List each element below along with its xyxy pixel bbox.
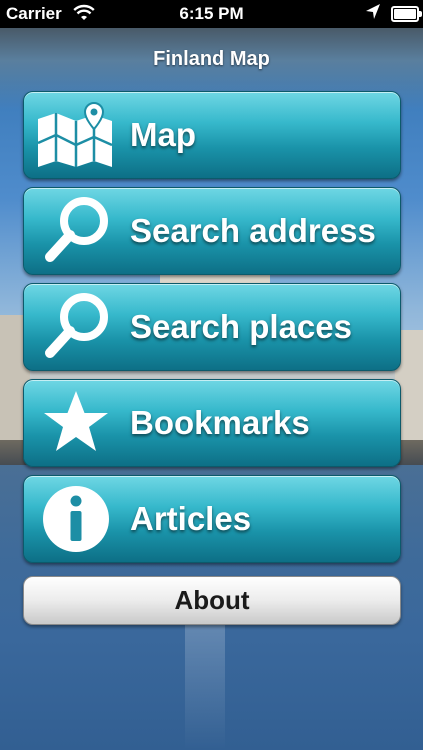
status-bar: Carrier 6:15 PM: [0, 0, 423, 28]
info-icon: [36, 483, 116, 555]
location-arrow-icon: [365, 3, 381, 26]
about-label: About: [174, 585, 250, 615]
map-button-label: Map: [130, 116, 196, 153]
battery-icon: [391, 6, 422, 22]
star-icon: [36, 387, 116, 459]
map-button[interactable]: Map: [23, 91, 401, 179]
magnifier-icon: [36, 291, 116, 363]
map-icon: [36, 99, 116, 171]
search-places-label: Search places: [130, 308, 352, 345]
search-address-label: Search address: [130, 212, 376, 249]
magnifier-icon: [36, 195, 116, 267]
bookmarks-label: Bookmarks: [130, 404, 310, 441]
search-address-button[interactable]: Search address: [23, 187, 401, 275]
status-time: 6:15 PM: [179, 4, 244, 23]
articles-button[interactable]: Articles: [23, 475, 401, 563]
search-places-button[interactable]: Search places: [23, 283, 401, 371]
page-title: Finland Map: [153, 48, 270, 70]
articles-label: Articles: [130, 500, 252, 537]
bookmarks-button[interactable]: Bookmarks: [23, 379, 401, 467]
about-button[interactable]: About: [23, 576, 401, 625]
